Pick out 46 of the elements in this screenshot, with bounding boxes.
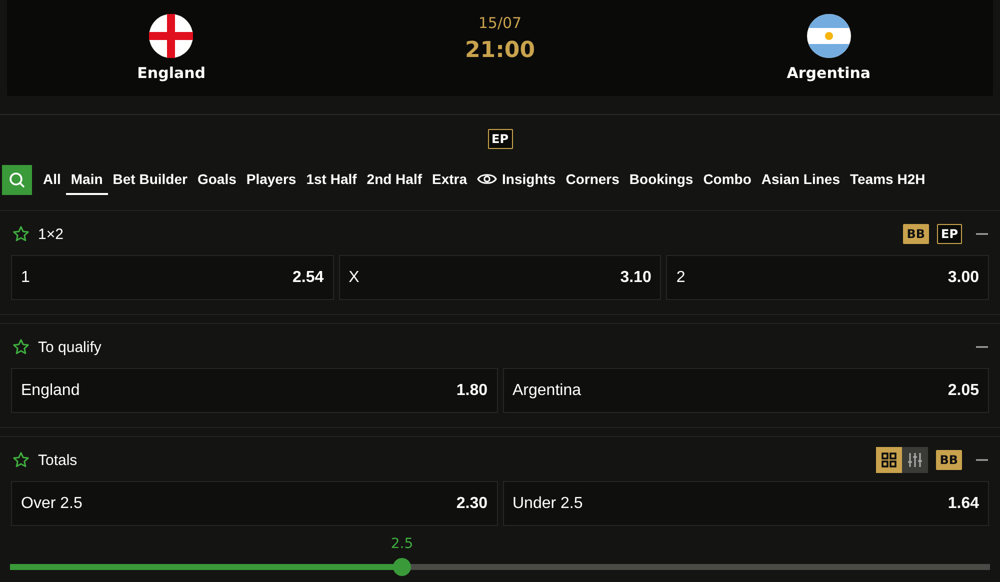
argentina-flag-icon bbox=[806, 14, 851, 58]
market-tab[interactable]: Main bbox=[66, 165, 108, 195]
odds-button[interactable]: 2 3.00 bbox=[666, 255, 990, 300]
team-name: Argentina bbox=[786, 64, 871, 82]
odds-button[interactable]: Under 2.5 1.64 bbox=[502, 481, 989, 526]
star-icon[interactable] bbox=[12, 338, 30, 356]
star-icon[interactable] bbox=[12, 225, 30, 243]
grid-view-button[interactable] bbox=[876, 447, 902, 473]
star-icon[interactable] bbox=[12, 451, 30, 469]
odds-button[interactable]: England 1.80 bbox=[11, 368, 498, 413]
sliders-icon bbox=[906, 452, 923, 468]
search-icon bbox=[8, 171, 26, 189]
market-tab[interactable]: Asian Lines bbox=[756, 165, 845, 195]
slider-value: 2.5 bbox=[390, 536, 414, 552]
odds-button[interactable]: 1 2.54 bbox=[11, 255, 334, 300]
line-slider[interactable] bbox=[10, 558, 990, 576]
market-badge[interactable]: BB bbox=[902, 224, 929, 244]
market-title: 1×2 bbox=[38, 226, 64, 242]
market-tab[interactable]: Goals bbox=[192, 165, 242, 195]
market-tab[interactable]: Bookings bbox=[624, 165, 698, 195]
market-badge[interactable]: EP bbox=[937, 224, 962, 244]
market-tab[interactable]: Teams H2H bbox=[845, 165, 930, 195]
match-time: 21:00 bbox=[464, 38, 535, 62]
market-title: To qualify bbox=[38, 338, 102, 356]
market-badge[interactable]: BB bbox=[936, 450, 962, 470]
search-button[interactable] bbox=[2, 165, 32, 195]
market-tab[interactable]: All bbox=[38, 165, 66, 195]
market-tab[interactable]: Extra bbox=[427, 165, 472, 195]
odds-button[interactable]: X 3.10 bbox=[338, 255, 662, 300]
odds-button[interactable]: Argentina 2.05 bbox=[502, 368, 989, 413]
market-tab[interactable]: Bet Builder bbox=[108, 165, 192, 195]
england-flag-icon bbox=[149, 14, 194, 58]
match-date: 15/07 bbox=[478, 14, 522, 32]
team-name: England bbox=[137, 64, 206, 82]
market-tab[interactable]: Players bbox=[241, 165, 302, 195]
market-tab[interactable]: Corners bbox=[560, 165, 624, 195]
odds-button[interactable]: Over 2.5 2.30 bbox=[11, 481, 498, 526]
market-tab[interactable]: 2nd Half bbox=[362, 165, 428, 195]
market-tab[interactable]: 1st Half bbox=[301, 165, 362, 195]
grid-icon bbox=[880, 452, 897, 468]
market-tab[interactable]: Combo bbox=[698, 165, 756, 195]
market-title: Totals bbox=[38, 452, 78, 468]
ep-badge: EP bbox=[488, 129, 512, 149]
market-tab[interactable]: Insights bbox=[472, 165, 561, 195]
eye-icon bbox=[477, 172, 498, 186]
slider-view-button[interactable] bbox=[902, 447, 928, 473]
